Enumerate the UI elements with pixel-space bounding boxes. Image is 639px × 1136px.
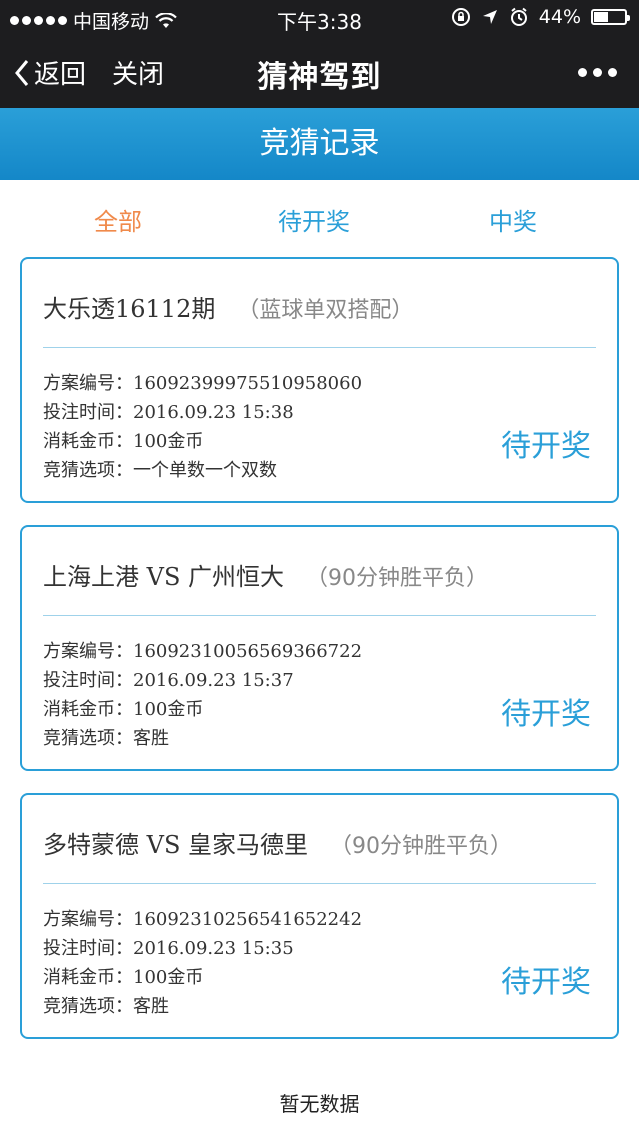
bet-time: 2016.09.23 15:37 bbox=[133, 670, 294, 691]
empty-state-text: 暂无数据 bbox=[279, 1092, 360, 1116]
location-icon bbox=[482, 10, 497, 24]
cost-row: 消耗金币：100金币 bbox=[43, 963, 362, 992]
back-label: 返回 bbox=[34, 60, 87, 90]
divider bbox=[43, 883, 596, 884]
scheme-row: 方案编号：16092310056569366722 bbox=[43, 637, 362, 666]
record-subtitle: （90分钟胜平负） bbox=[306, 566, 489, 591]
cost-label: 消耗金币： bbox=[43, 431, 133, 452]
scheme-row: 方案编号：16092399975510958060 bbox=[43, 369, 362, 398]
tab-won[interactable]: 中奖 bbox=[489, 202, 537, 237]
more-options-button[interactable] bbox=[578, 68, 617, 77]
status-bar: 中国移动 下午3:38 44% bbox=[0, 0, 639, 36]
record-subtitle: （90分钟胜平负） bbox=[330, 834, 513, 859]
time-row: 投注时间：2016.09.23 15:37 bbox=[43, 666, 362, 695]
record-name: 上海上港 VS 广州恒大 bbox=[43, 563, 285, 591]
scheme-label: 方案编号： bbox=[43, 909, 133, 930]
option-row: 竞猜选项：客胜 bbox=[43, 724, 362, 753]
more-dot-icon bbox=[608, 68, 617, 77]
cost-row: 消耗金币：100金币 bbox=[43, 427, 362, 456]
tab-all[interactable]: 全部 bbox=[94, 202, 142, 237]
record-card[interactable]: 多特蒙德 VS 皇家马德里 （90分钟胜平负） 方案编号：160923102565… bbox=[20, 793, 619, 1039]
battery-icon bbox=[591, 9, 630, 25]
record-title: 多特蒙德 VS 皇家马德里 （90分钟胜平负） bbox=[43, 825, 512, 860]
time-row: 投注时间：2016.09.23 15:38 bbox=[43, 398, 362, 427]
status-bar-right: 44% bbox=[451, 6, 630, 28]
scheme-row: 方案编号：16092310256541652242 bbox=[43, 905, 362, 934]
scheme-label: 方案编号： bbox=[43, 641, 133, 662]
record-title: 大乐透16112期 （蓝球单双搭配） bbox=[43, 289, 413, 324]
filter-tabs: 全部 待开奖 中奖 bbox=[0, 180, 639, 256]
bet-option: 客胜 bbox=[133, 996, 169, 1017]
scheme-number: 16092310056569366722 bbox=[133, 641, 363, 662]
option-row: 竞猜选项：客胜 bbox=[43, 992, 362, 1021]
cost-label: 消耗金币： bbox=[43, 967, 133, 988]
option-label: 竞猜选项： bbox=[43, 996, 133, 1017]
status-badge: 待开奖 bbox=[501, 429, 591, 464]
time-label: 投注时间： bbox=[43, 402, 133, 423]
chevron-left-icon bbox=[15, 59, 29, 86]
record-name: 多特蒙德 VS 皇家马德里 bbox=[43, 831, 309, 859]
option-label: 竞猜选项： bbox=[43, 460, 133, 481]
coin-cost: 100金币 bbox=[133, 967, 204, 988]
record-subtitle: （蓝球单双搭配） bbox=[237, 298, 414, 323]
record-details: 方案编号：16092310056569366722 投注时间：2016.09.2… bbox=[43, 637, 362, 753]
scheme-label: 方案编号： bbox=[43, 373, 133, 394]
battery-percent: 44% bbox=[538, 6, 581, 28]
status-badge: 待开奖 bbox=[501, 965, 591, 1000]
record-details: 方案编号：16092310256541652242 投注时间：2016.09.2… bbox=[43, 905, 362, 1021]
more-dot-icon bbox=[593, 68, 602, 77]
more-dot-icon bbox=[578, 68, 587, 77]
tab-pending[interactable]: 待开奖 bbox=[278, 202, 350, 237]
record-title: 上海上港 VS 广州恒大 （90分钟胜平负） bbox=[43, 557, 488, 592]
option-label: 竞猜选项： bbox=[43, 728, 133, 749]
rotation-lock-icon bbox=[451, 8, 470, 26]
bet-time: 2016.09.23 15:38 bbox=[133, 402, 294, 423]
record-card[interactable]: 上海上港 VS 广州恒大 （90分钟胜平负） 方案编号：1609231005656… bbox=[20, 525, 619, 771]
record-card[interactable]: 大乐透16112期 （蓝球单双搭配） 方案编号：16092399975510958… bbox=[20, 257, 619, 503]
bet-option: 一个单数一个双数 bbox=[133, 460, 277, 481]
divider bbox=[43, 347, 596, 348]
time-label: 投注时间： bbox=[43, 938, 133, 959]
record-name: 大乐透16112期 bbox=[43, 295, 216, 323]
alarm-icon bbox=[510, 7, 527, 26]
bet-time: 2016.09.23 15:35 bbox=[133, 938, 294, 959]
divider bbox=[43, 615, 596, 616]
nav-bar: 返回 关闭 猜神驾到 bbox=[0, 36, 639, 108]
record-details: 方案编号：16092399975510958060 投注时间：2016.09.2… bbox=[43, 369, 362, 485]
cost-label: 消耗金币： bbox=[43, 699, 133, 720]
scheme-number: 16092399975510958060 bbox=[133, 373, 363, 394]
coin-cost: 100金币 bbox=[133, 699, 204, 720]
status-badge: 待开奖 bbox=[501, 697, 591, 732]
nav-title: 猜神驾到 bbox=[257, 60, 382, 95]
page-title: 竞猜记录 bbox=[0, 108, 639, 180]
close-button[interactable]: 关闭 bbox=[112, 54, 164, 91]
scheme-number: 16092310256541652242 bbox=[133, 909, 363, 930]
time-row: 投注时间：2016.09.23 15:35 bbox=[43, 934, 362, 963]
coin-cost: 100金币 bbox=[133, 431, 204, 452]
option-row: 竞猜选项：一个单数一个双数 bbox=[43, 456, 362, 485]
back-button[interactable]: 返回 bbox=[14, 54, 86, 91]
time-label: 投注时间： bbox=[43, 670, 133, 691]
bet-option: 客胜 bbox=[133, 728, 169, 749]
cost-row: 消耗金币：100金币 bbox=[43, 695, 362, 724]
